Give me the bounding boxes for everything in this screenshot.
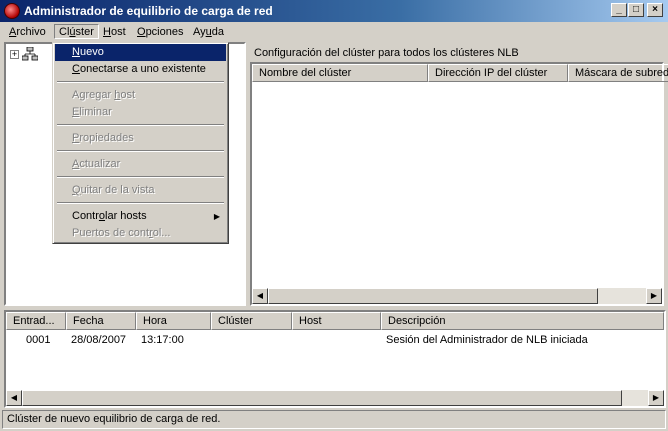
cluster-config-caption: Configuración del clúster para todos los… [254, 47, 519, 59]
cluster-config-panel: Configuración del clúster para todos los… [248, 42, 668, 306]
column-header-cluster-ip[interactable]: Dirección IP del clúster [428, 64, 568, 82]
scroll-left-icon[interactable]: ◀ [6, 390, 22, 406]
cluster-list-hscrollbar[interactable]: ◀ ▶ [252, 288, 662, 304]
cluster-list[interactable]: Nombre del clúster Dirección IP del clús… [250, 62, 668, 306]
scroll-thumb[interactable] [268, 288, 598, 304]
menu-bar: Archivo Clúster Host Opciones Ayuda [0, 22, 668, 42]
menu-opciones[interactable]: Opciones [133, 25, 187, 40]
status-bar: Clúster de nuevo equilibrio de carga de … [2, 410, 666, 429]
menu-item-actualizar[interactable]: Actualizar [55, 156, 226, 173]
table-row[interactable]: 0001 28/08/2007 13:17:00 Sesión del Admi… [6, 334, 664, 350]
column-header-host[interactable]: Host [292, 312, 381, 330]
maximize-button[interactable]: □ [628, 3, 644, 17]
column-header-cluster[interactable]: Clúster [211, 312, 292, 330]
cluster-list-header: Nombre del clúster Dirección IP del clús… [252, 64, 668, 82]
log-header: Entrad... Fecha Hora Clúster Host Descri… [6, 312, 664, 330]
menu-ayuda[interactable]: Ayuda [189, 25, 228, 40]
column-header-description[interactable]: Descripción [381, 312, 664, 330]
submenu-arrow-icon: ▶ [213, 212, 220, 221]
menu-separator [57, 202, 224, 204]
log-hscrollbar[interactable]: ◀ ▶ [6, 390, 664, 406]
scroll-left-icon[interactable]: ◀ [252, 288, 268, 304]
menu-separator [57, 124, 224, 126]
scroll-right-icon[interactable]: ▶ [646, 288, 662, 304]
nlb-app-icon[interactable] [4, 3, 20, 19]
scroll-thumb[interactable] [22, 390, 622, 406]
column-header-date[interactable]: Fecha [66, 312, 136, 330]
log-entry: 0001 [26, 334, 51, 346]
log-description: Sesión del Administrador de NLB iniciada [386, 334, 588, 346]
log-list[interactable]: Entrad... Fecha Hora Clúster Host Descri… [4, 310, 666, 408]
menu-separator [57, 81, 224, 83]
menu-item-agregar-host[interactable]: Agregar host [55, 87, 226, 104]
menu-item-nuevo[interactable]: Nuevo [55, 44, 226, 61]
close-button[interactable]: × [647, 3, 663, 17]
menu-separator [57, 150, 224, 152]
menu-host[interactable]: Host [99, 25, 130, 40]
network-cluster-icon[interactable] [22, 47, 38, 61]
column-header-subnet-mask[interactable]: Máscara de subred [568, 64, 668, 82]
cluster-menu-dropdown: Nuevo Conectarse a uno existente Agregar… [52, 42, 229, 244]
column-header-time[interactable]: Hora [136, 312, 211, 330]
menu-separator [57, 176, 224, 178]
menu-archivo[interactable]: Archivo [5, 25, 50, 40]
menu-item-propiedades[interactable]: Propiedades [55, 130, 226, 147]
log-time: 13:17:00 [141, 334, 184, 346]
minimize-button[interactable]: _ [611, 3, 627, 17]
menu-item-eliminar[interactable]: Eliminar [55, 104, 226, 121]
column-header-cluster-name[interactable]: Nombre del clúster [252, 64, 428, 82]
menu-item-quitar-vista[interactable]: Quitar de la vista [55, 182, 226, 199]
scroll-right-icon[interactable]: ▶ [648, 390, 664, 406]
menu-cluster[interactable]: Clúster [54, 24, 99, 39]
title-bar[interactable]: Administrador de equilibrio de carga de … [0, 0, 668, 22]
menu-item-puertos-control[interactable]: Puertos de control... [55, 225, 226, 242]
window-title: Administrador de equilibrio de carga de … [24, 4, 273, 18]
log-date: 28/08/2007 [71, 334, 127, 346]
column-header-entry[interactable]: Entrad... [6, 312, 66, 330]
menu-item-controlar-hosts[interactable]: Controlar hosts ▶ [55, 208, 226, 225]
menu-item-conectarse[interactable]: Conectarse a uno existente [55, 61, 226, 78]
plus-box-icon[interactable]: + [10, 50, 19, 59]
